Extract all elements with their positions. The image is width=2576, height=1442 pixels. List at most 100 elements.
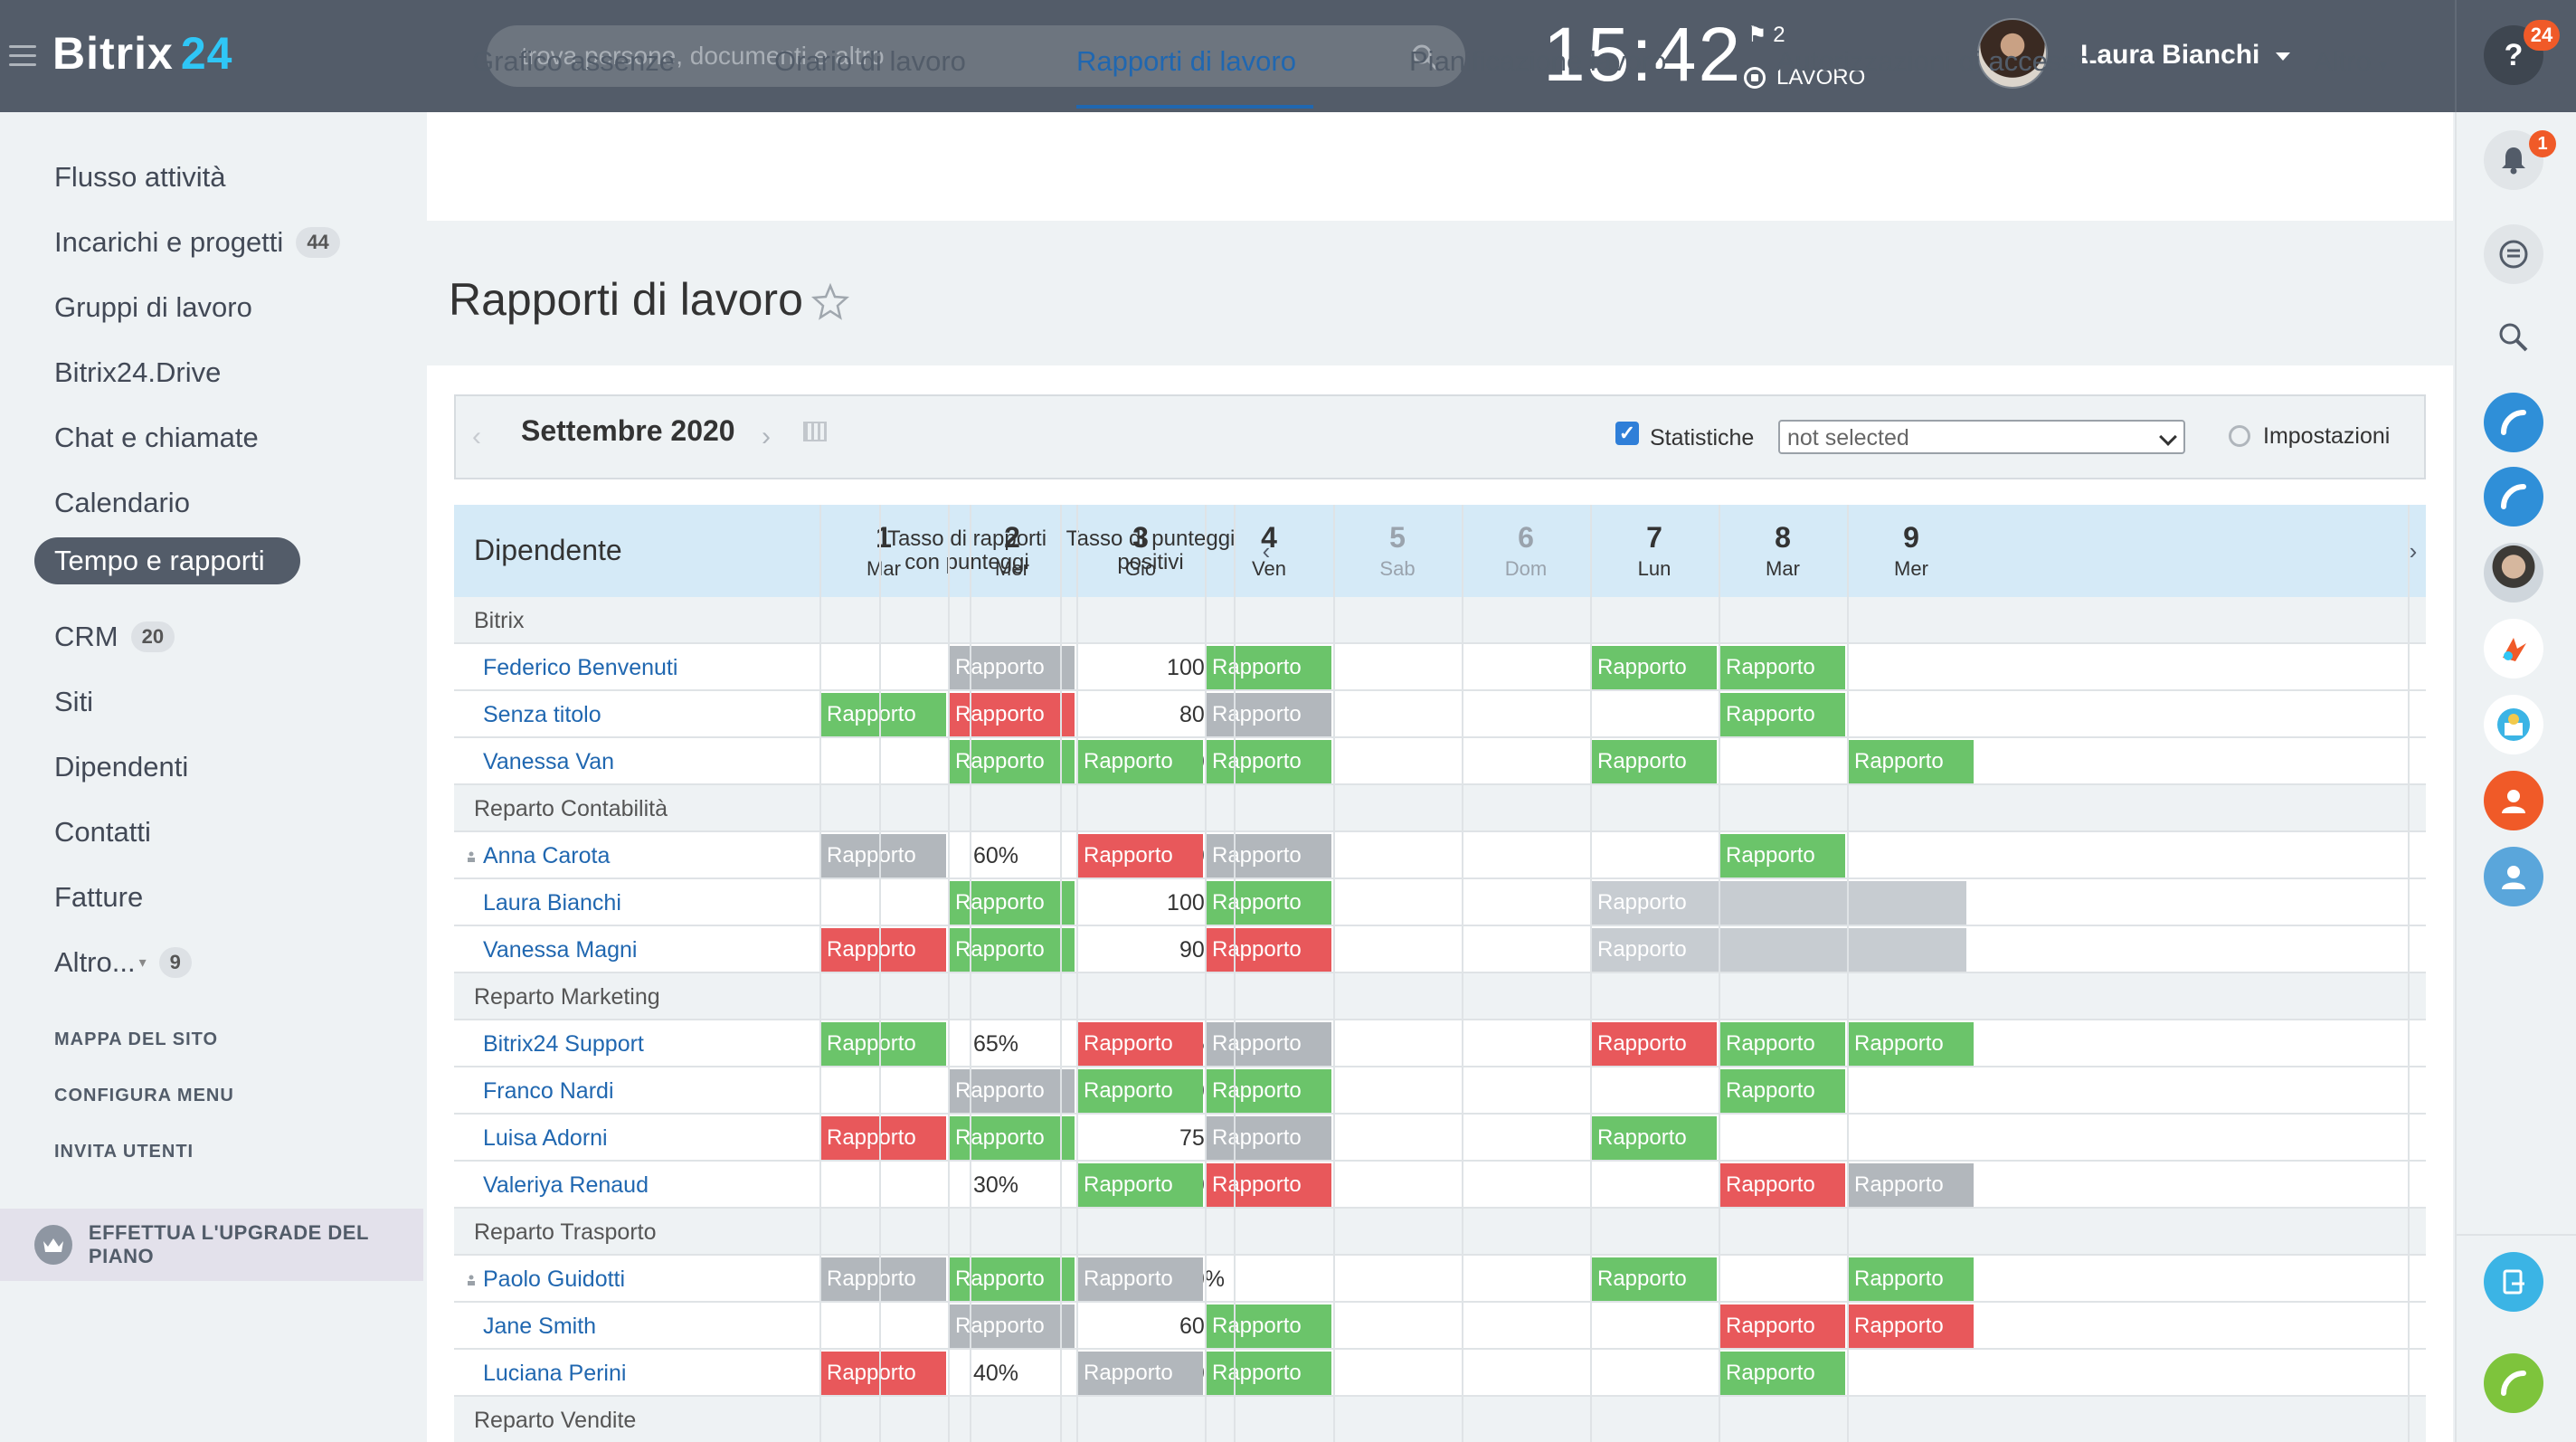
report-cell[interactable]: Rapporto — [1719, 1069, 1845, 1113]
sidebar-item-11[interactable]: Fatture — [54, 881, 143, 914]
report-cell[interactable]: Rapporto — [1590, 646, 1717, 689]
report-cell[interactable]: Rapporto — [1847, 1163, 1974, 1207]
report-cell[interactable]: Rapporto — [1719, 834, 1845, 878]
report-cell[interactable]: Rapporto — [1719, 1304, 1845, 1348]
report-cell[interactable]: Rapporto — [1076, 834, 1203, 878]
report-cell[interactable]: Rapporto — [1205, 740, 1331, 783]
report-cell[interactable]: Rapporto — [1847, 740, 1974, 783]
employee-link[interactable]: Luciana Perini — [483, 1350, 626, 1397]
flag-counter[interactable]: ⚑ 2 — [1747, 22, 1785, 48]
report-cell[interactable]: Rapporto — [819, 928, 946, 972]
sidebar-link-invite-users[interactable]: INVITA UTENTI — [54, 1142, 194, 1162]
scroll-right-button[interactable]: › — [2404, 505, 2422, 597]
report-cell[interactable]: Rapporto — [1847, 1257, 1974, 1301]
gear-icon[interactable] — [2229, 425, 2250, 447]
report-cell[interactable]: Rapporto — [1719, 1352, 1845, 1395]
report-cell[interactable]: Rapporto — [819, 1257, 946, 1301]
report-cell[interactable]: Rapporto — [1590, 1022, 1717, 1066]
report-cell[interactable]: Rapporto — [1205, 693, 1331, 736]
report-cell[interactable]: Rapporto — [1590, 1116, 1717, 1160]
report-cell[interactable]: Rapporto — [1076, 740, 1203, 783]
report-cell[interactable]: Rapporto — [819, 1022, 946, 1066]
report-cell[interactable]: Rapporto — [948, 1304, 1075, 1348]
report-cell[interactable]: Rapporto — [1076, 1069, 1203, 1113]
report-cell[interactable]: Rapporto — [1719, 1022, 1845, 1066]
report-cell[interactable]: Rapporto — [1205, 646, 1331, 689]
employee-link[interactable]: Jane Smith — [483, 1303, 596, 1350]
employee-link[interactable]: Senza titolo — [483, 691, 601, 738]
sidebar-item-1[interactable]: Incarichi e progetti 44 — [54, 226, 340, 259]
phone-icon[interactable] — [2484, 1353, 2543, 1413]
report-cell[interactable]: Rapporto — [1590, 928, 1717, 972]
sidebar-link-sitemap[interactable]: MAPPA DEL SITO — [54, 1029, 218, 1050]
sidebar-item-9[interactable]: Dipendenti — [54, 751, 188, 783]
search-icon[interactable] — [2484, 308, 2543, 367]
statistics-checkbox[interactable]: ✓ — [1615, 422, 1639, 445]
chat-icon[interactable] — [2484, 224, 2543, 284]
sidebar-item-5[interactable]: Calendario — [54, 487, 190, 519]
report-cell[interactable]: Rapporto — [819, 693, 946, 736]
report-cell[interactable]: Rapporto — [1590, 881, 1717, 925]
employee-link[interactable]: Luisa Adorni — [483, 1115, 608, 1162]
employee-link[interactable]: Vanessa Magni — [483, 926, 637, 973]
report-cell[interactable]: Rapporto — [948, 646, 1075, 689]
report-cell[interactable]: Rapporto — [1847, 1304, 1974, 1348]
tab-work-planning[interactable]: Pianificazione lavoro — [1409, 45, 1666, 78]
sidebar-item-3[interactable]: Bitrix24.Drive — [54, 356, 221, 389]
department-select[interactable]: not selected — [1778, 420, 2185, 454]
report-cell[interactable]: Rapporto — [948, 740, 1075, 783]
employee-link[interactable]: Anna Carota — [483, 832, 610, 879]
prev-month-button[interactable]: ‹ — [472, 422, 481, 452]
tab-work-reports[interactable]: Rapporti di lavoro — [1076, 45, 1296, 78]
report-cell[interactable]: Rapporto — [1076, 1257, 1203, 1301]
logo[interactable]: Bitrix 24 — [52, 27, 232, 80]
report-cell[interactable]: Rapporto — [1205, 1304, 1331, 1348]
phone-icon[interactable] — [2484, 467, 2543, 527]
upgrade-plan-button[interactable]: EFFETTUA L'UPGRADE DEL PIANO — [0, 1209, 423, 1281]
settings-button[interactable]: Impostazioni — [2263, 423, 2390, 450]
report-cell[interactable]: Rapporto — [948, 1257, 1075, 1301]
sidebar-item-2[interactable]: Gruppi di lavoro — [54, 291, 252, 324]
report-cell[interactable]: Rapporto — [948, 1116, 1075, 1160]
report-cell[interactable]: Rapporto — [819, 1116, 946, 1160]
report-cell[interactable]: Rapporto — [1205, 834, 1331, 878]
phone-icon[interactable] — [2484, 393, 2543, 452]
sidebar-item-time-reports[interactable]: Tempo e rapporti — [34, 537, 300, 584]
menu-icon[interactable] — [9, 45, 36, 67]
report-cell[interactable]: Rapporto — [819, 834, 946, 878]
tab-more[interactable]: Altro ▾ — [2314, 45, 2387, 78]
report-cell[interactable]: Rapporto — [1847, 1022, 1974, 1066]
sidebar-item-8[interactable]: Siti — [54, 686, 93, 718]
report-cell[interactable]: Rapporto — [1205, 1163, 1331, 1207]
employee-link[interactable]: Federico Benvenuti — [483, 644, 677, 691]
report-cell[interactable]: Rapporto — [1076, 1352, 1203, 1395]
sidebar-item-10[interactable]: Contatti — [54, 816, 151, 849]
employee-link[interactable]: Laura Bianchi — [483, 879, 621, 926]
user-menu[interactable]: Laura Bianchi — [2080, 40, 2291, 71]
sidebar-item-7[interactable]: CRM 20 — [54, 621, 175, 653]
report-cell[interactable]: Rapporto — [1590, 740, 1717, 783]
report-cell[interactable]: Rapporto — [1205, 928, 1331, 972]
report-cell[interactable]: Rapporto — [1205, 881, 1331, 925]
report-cell[interactable]: Rapporto — [948, 881, 1075, 925]
tab-work-hours[interactable]: Orario di lavoro — [774, 45, 966, 78]
report-cell[interactable]: Rapporto — [1076, 1022, 1203, 1066]
avatar[interactable] — [2484, 695, 2543, 754]
sidebar-item-0[interactable]: Flusso attività — [54, 161, 226, 194]
user-icon[interactable] — [2484, 847, 2543, 906]
report-cell[interactable]: Rapporto — [1205, 1022, 1331, 1066]
report-cell[interactable]: Rapporto — [1205, 1116, 1331, 1160]
report-cell[interactable]: Rapporto — [948, 928, 1075, 972]
avatar[interactable] — [2484, 543, 2543, 602]
document-icon[interactable] — [2484, 1252, 2543, 1312]
avatar[interactable] — [2484, 619, 2543, 678]
sidebar-item-12[interactable]: Altro... ▾ 9 — [54, 946, 192, 979]
employee-link[interactable]: Franco Nardi — [483, 1067, 614, 1115]
sidebar-item-4[interactable]: Chat e chiamate — [54, 422, 259, 454]
employee-link[interactable]: Paolo Guidotti — [483, 1256, 625, 1303]
report-cell[interactable]: Rapporto — [1076, 1163, 1203, 1207]
report-cell[interactable]: Rapporto — [1205, 1069, 1331, 1113]
tab-access-permissions[interactable]: Autorizzazioni di accesso — [1776, 45, 2091, 78]
report-cell[interactable]: Rapporto — [1590, 1257, 1717, 1301]
report-cell[interactable]: Rapporto — [1205, 1352, 1331, 1395]
